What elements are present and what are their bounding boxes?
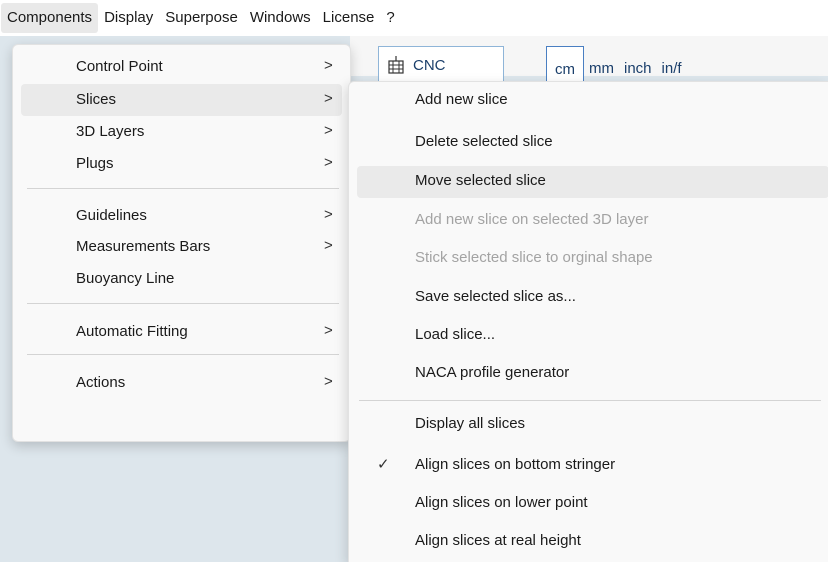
menu-item-naca-profile-generator[interactable]: NACA profile generator: [357, 358, 828, 390]
menu-item-align-lower-point[interactable]: Align slices on lower point: [357, 488, 828, 520]
menu-item-save-selected-slice[interactable]: Save selected slice as...: [357, 282, 828, 314]
menu-separator: [27, 303, 339, 304]
menu-item-label: Actions: [76, 374, 126, 391]
slices-submenu: Add new slice Delete selected slice Move…: [348, 81, 828, 562]
chevron-right-icon: >: [324, 122, 333, 139]
unit-inf-button[interactable]: in/f: [657, 46, 687, 86]
menu-item-plugs[interactable]: Plugs >: [21, 148, 342, 180]
menu-item-label: Save selected slice as...: [415, 288, 576, 305]
chevron-right-icon: >: [324, 206, 333, 223]
menu-item-label: Slices: [76, 91, 117, 108]
cnc-label: CNC: [413, 57, 446, 74]
chevron-right-icon: >: [324, 237, 333, 254]
menu-item-load-slice[interactable]: Load slice...: [357, 320, 828, 352]
menu-item-align-real-height[interactable]: Align slices at real height: [357, 526, 828, 558]
menu-item-display-all-slices[interactable]: Display all slices: [357, 409, 828, 441]
menu-item-add-new-slice[interactable]: Add new slice: [357, 85, 828, 117]
menu-item-control-point[interactable]: Control Point >: [21, 51, 342, 83]
menu-item-label: Automatic Fitting: [76, 323, 188, 340]
cnc-button[interactable]: CNC: [378, 46, 504, 86]
menu-item-automatic-fitting[interactable]: Automatic Fitting >: [21, 316, 342, 348]
menu-item-label: Plugs: [76, 155, 114, 172]
menu-help[interactable]: ?: [380, 3, 400, 33]
menu-item-label: Buoyancy Line: [76, 270, 175, 287]
menu-item-label: Stick selected slice to orginal shape: [415, 249, 653, 266]
menu-item-move-selected-slice[interactable]: Move selected slice: [357, 166, 828, 198]
menu-item-label: Load slice...: [415, 326, 496, 343]
menu-item-label: Align slices at real height: [415, 532, 581, 549]
menu-item-3d-layers[interactable]: 3D Layers >: [21, 116, 342, 148]
menu-item-label: 3D Layers: [76, 123, 145, 140]
menu-item-label: NACA profile generator: [415, 364, 570, 381]
unit-selector: cm mm inch in/f: [546, 46, 687, 87]
menu-license[interactable]: License: [317, 3, 381, 33]
checkmark-icon: ✓: [377, 456, 390, 473]
menu-item-guidelines[interactable]: Guidelines >: [21, 200, 342, 232]
menu-item-align-bottom-stringer[interactable]: ✓ Align slices on bottom stringer: [357, 450, 828, 482]
chevron-right-icon: >: [324, 57, 333, 74]
chevron-right-icon: >: [324, 90, 333, 107]
menu-item-label: Guidelines: [76, 207, 147, 224]
menu-item-label: Align slices on bottom stringer: [415, 456, 616, 473]
menu-superpose[interactable]: Superpose: [159, 3, 244, 33]
menu-windows[interactable]: Windows: [244, 3, 317, 33]
menu-item-label: Add new slice on selected 3D layer: [415, 211, 649, 228]
menu-display[interactable]: Display: [98, 3, 159, 33]
menu-item-label: Control Point: [76, 58, 163, 75]
menu-item-buoyancy-line[interactable]: Buoyancy Line: [21, 263, 342, 295]
menu-components[interactable]: Components: [1, 3, 99, 33]
menu-item-label: Delete selected slice: [415, 133, 553, 150]
unit-inch-button[interactable]: inch: [619, 46, 657, 86]
toolbar: CNC cm mm inch in/f: [350, 36, 828, 87]
menu-item-slices[interactable]: Slices >: [21, 84, 342, 116]
menu-item-measurements-bars[interactable]: Measurements Bars >: [21, 231, 342, 263]
chevron-right-icon: >: [324, 154, 333, 171]
menu-item-label: Measurements Bars: [76, 238, 211, 255]
menu-separator: [359, 400, 821, 401]
chevron-right-icon: >: [324, 322, 333, 339]
menu-item-stick-slice-to-shape: Stick selected slice to orginal shape: [357, 243, 828, 275]
cnc-machine-icon: [388, 56, 404, 74]
menu-bar: Components Display Superpose Windows Lic…: [0, 0, 828, 36]
menu-separator: [27, 188, 339, 189]
menu-item-actions[interactable]: Actions >: [21, 367, 342, 399]
menu-item-label: Align slices on lower point: [415, 494, 588, 511]
menu-item-label: Move selected slice: [415, 172, 546, 189]
components-menu: Control Point > Slices > 3D Layers > Plu…: [12, 44, 351, 442]
unit-mm-button[interactable]: mm: [584, 46, 619, 86]
menu-item-label: Display all slices: [415, 415, 526, 432]
menu-item-add-slice-on-3d-layer: Add new slice on selected 3D layer: [357, 205, 828, 237]
menu-item-delete-selected-slice[interactable]: Delete selected slice: [357, 127, 828, 159]
menu-separator: [27, 354, 339, 355]
menu-item-label: Add new slice: [415, 91, 508, 108]
chevron-right-icon: >: [324, 373, 333, 390]
